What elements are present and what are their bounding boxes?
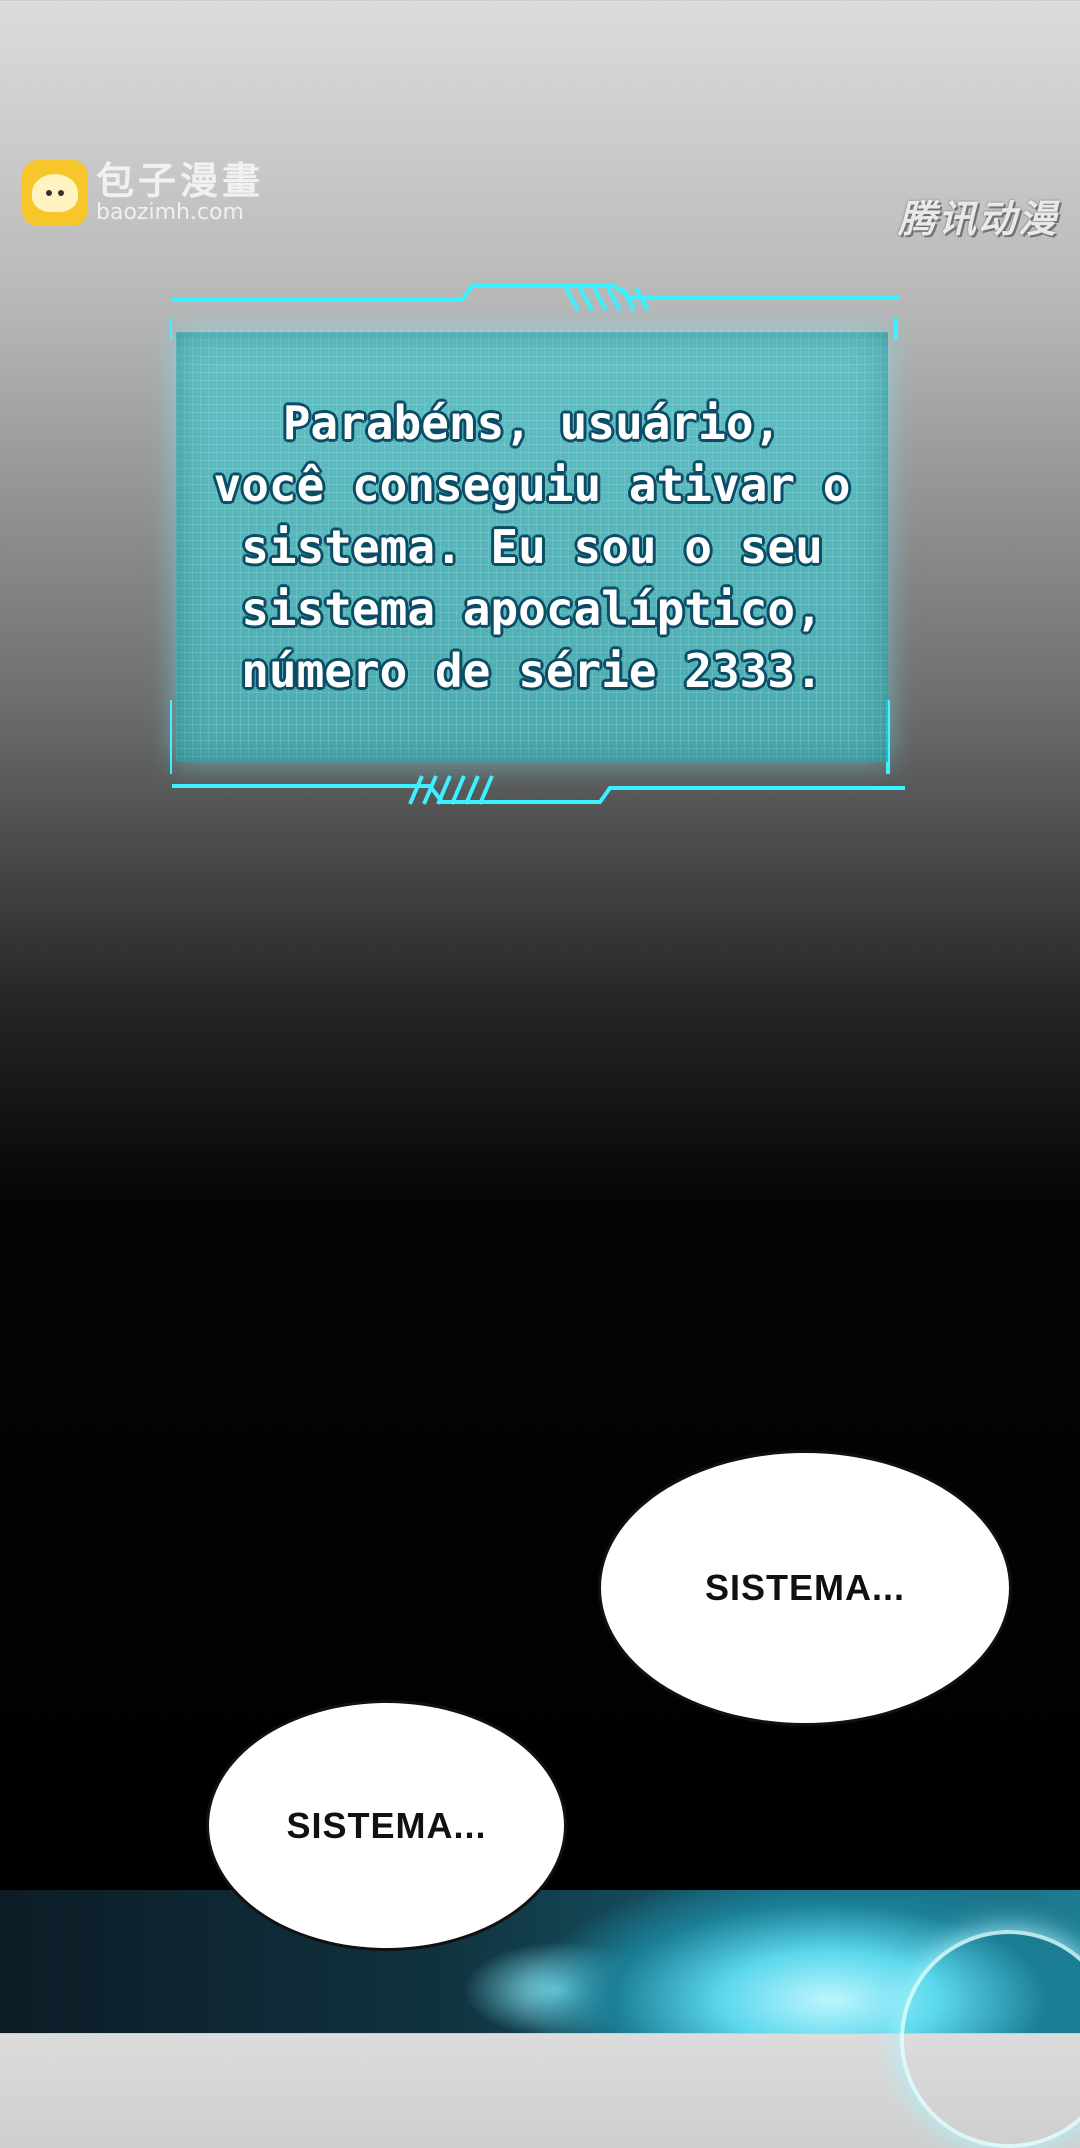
system-message-box: Parabéns, usuário, você conseguiu ativar… (176, 332, 888, 762)
bun-logo-icon (22, 160, 88, 226)
system-message: Parabéns, usuário, você conseguiu ativar… (213, 396, 851, 698)
hud-top-line (172, 284, 900, 302)
tencent-watermark: 腾讯动漫 (897, 197, 1058, 241)
speech-bubble-1-text: SISTEMA... (704, 1567, 906, 1608)
hud-bottom-line (172, 784, 905, 804)
speech-bubble-2: SISTEMA... (206, 1700, 567, 1951)
baozi-watermark: 包子漫畫 baozimh.com (22, 160, 264, 226)
watermark-site-name: 包子漫畫 (96, 158, 265, 203)
speech-bubble-2-text: SISTEMA... (286, 1804, 487, 1846)
watermark-site-url: baozimh.com (96, 200, 244, 226)
speech-bubble-1: SISTEMA... (598, 1450, 1012, 1726)
hud-bottom-stripes (408, 775, 494, 805)
system-hud-panel: Parabéns, usuário, você conseguiu ativar… (170, 280, 905, 810)
